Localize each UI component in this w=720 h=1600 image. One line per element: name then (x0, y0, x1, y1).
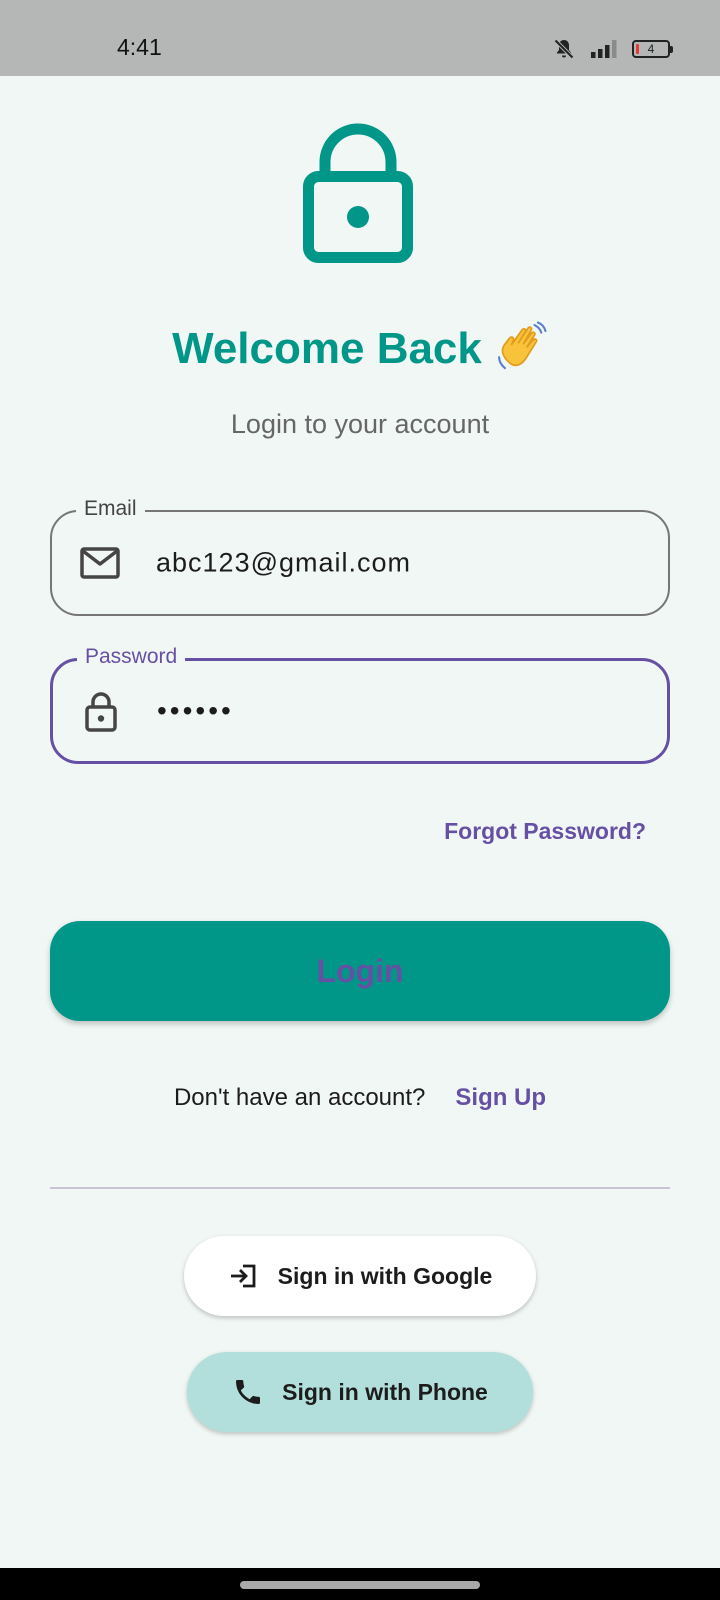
bell-off-icon (554, 39, 574, 59)
phone-icon (236, 1380, 261, 1404)
battery-level-text: 4 (647, 42, 655, 56)
mail-icon (80, 547, 120, 579)
status-time: 4:41 (117, 34, 162, 60)
signal-icon (591, 40, 617, 58)
welcome-title: Welcome Back (0, 321, 720, 378)
password-field[interactable]: Password •••••• (50, 645, 670, 764)
login-button-label: Login (316, 952, 404, 989)
lock-icon (85, 692, 117, 732)
password-input[interactable]: •••••• (157, 695, 234, 727)
battery-icon: 4 (632, 40, 673, 58)
lock-icon (303, 123, 413, 263)
email-field-label: Email (76, 497, 145, 521)
google-signin-label: Sign in with Google (277, 1262, 493, 1289)
signup-row: Don't have an account? Sign Up (0, 1084, 720, 1112)
welcome-title-text: Welcome Back (172, 324, 482, 373)
divider (50, 1187, 670, 1189)
navigation-bar (0, 1568, 720, 1600)
google-signin-button[interactable]: Sign in with Google (184, 1236, 536, 1316)
signup-prompt: Don't have an account? (173, 1084, 426, 1111)
battery-nub (670, 46, 673, 53)
status-icons: 4 (538, 36, 673, 62)
phone-signin-button[interactable]: Sign in with Phone (187, 1352, 533, 1432)
login-arrow-icon (230, 1264, 256, 1288)
forgot-password-link[interactable]: Forgot Password? (444, 818, 646, 845)
email-field[interactable]: Email abc123@gmail.com (50, 497, 670, 616)
signup-link[interactable]: Sign Up (455, 1084, 546, 1111)
waving-hand-icon (497, 321, 547, 370)
subtitle: Login to your account (230, 409, 490, 439)
password-field-label: Password (77, 645, 186, 669)
login-button[interactable]: Login (50, 921, 670, 1021)
email-input[interactable]: abc123@gmail.com (156, 548, 411, 579)
battery-level-fill (636, 44, 639, 54)
status-bar: 4:41 4 (0, 0, 720, 76)
home-gesture-handle[interactable] (240, 1581, 480, 1589)
phone-signin-label: Sign in with Phone (282, 1378, 488, 1405)
